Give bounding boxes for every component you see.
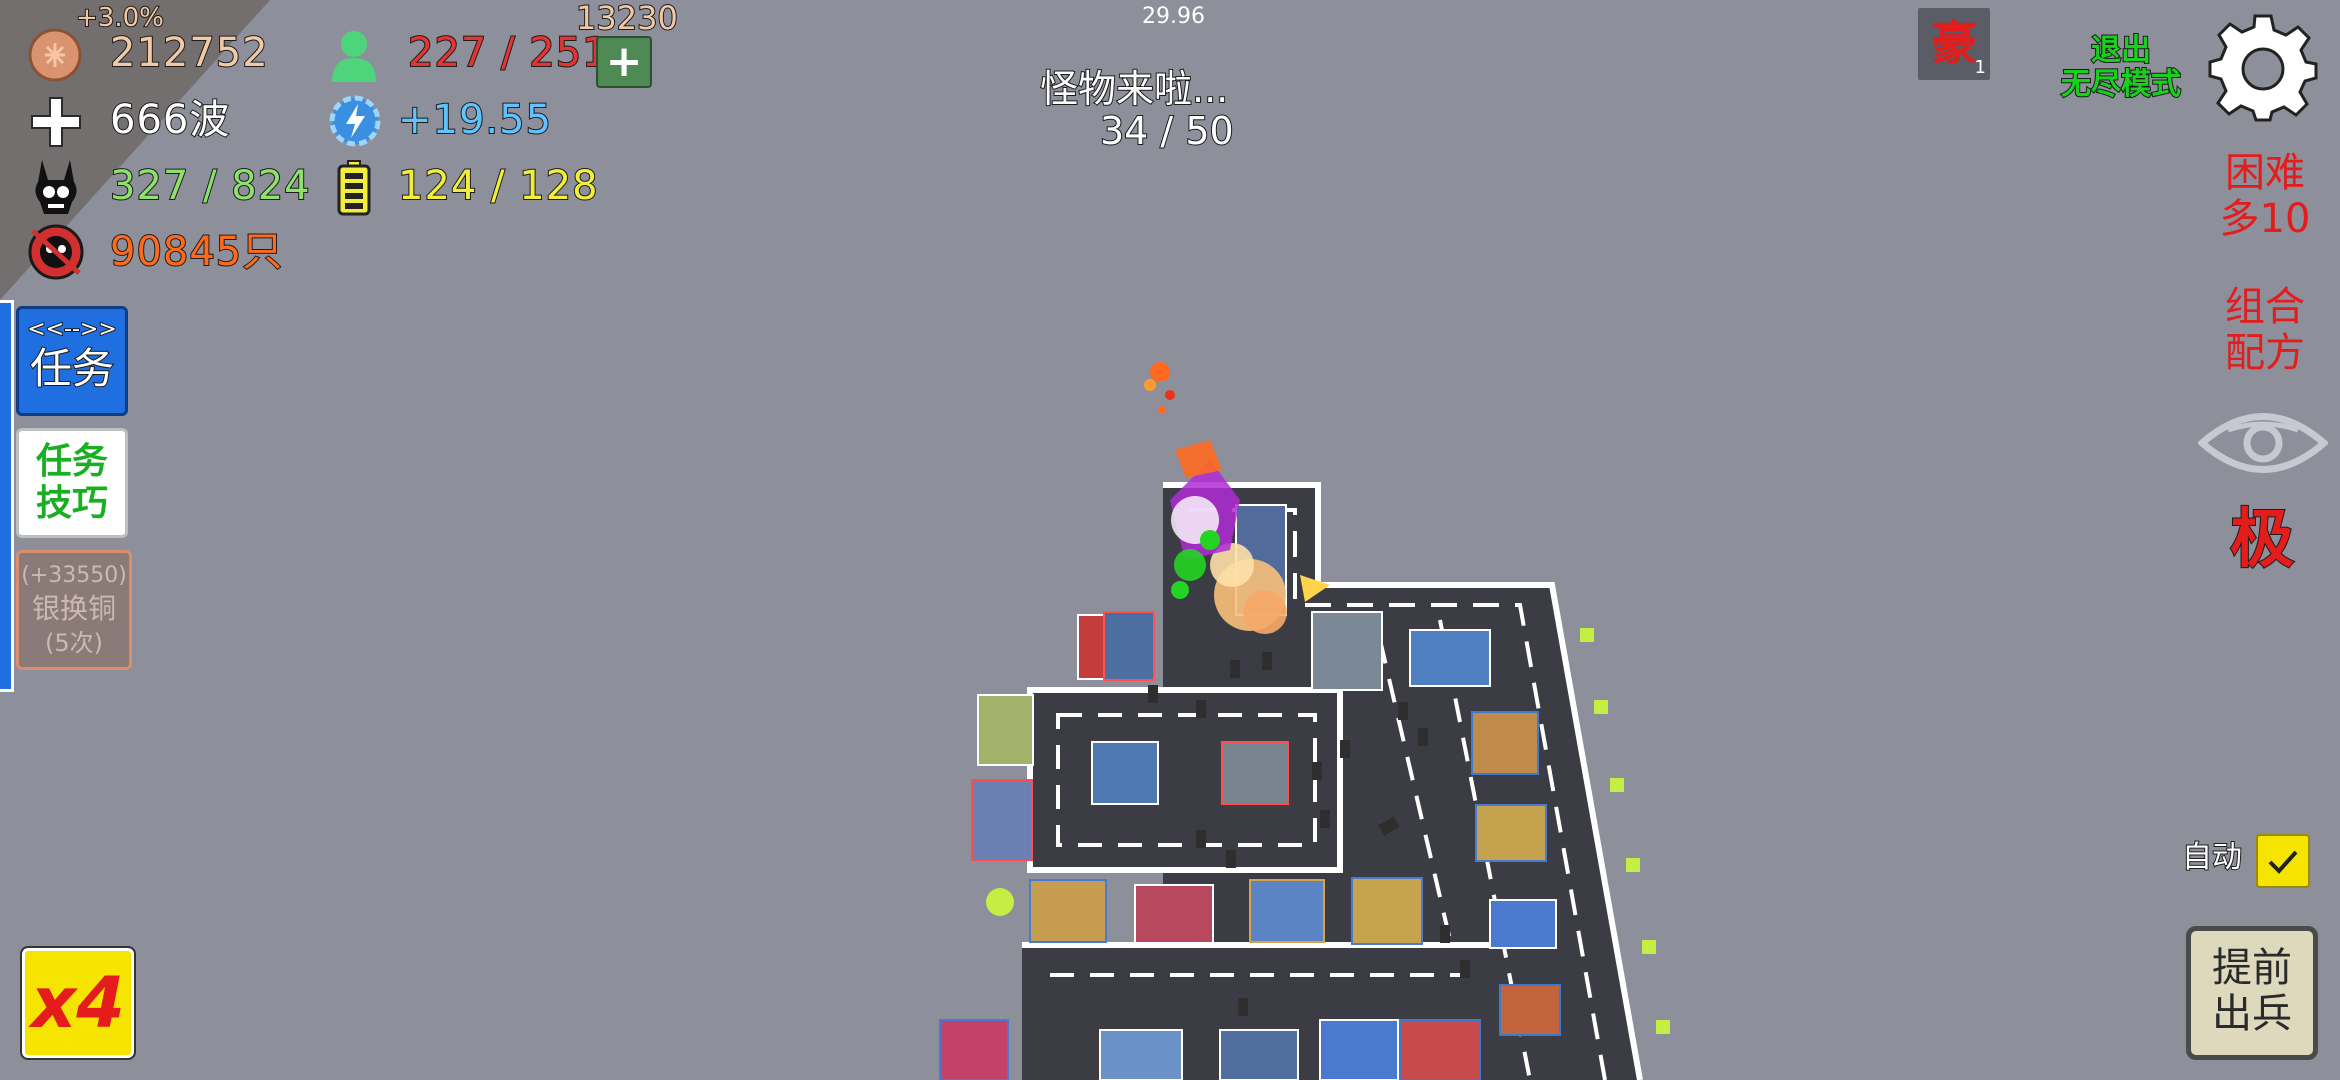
task-label: 任务 [29, 343, 115, 394]
auto-checkbox[interactable] [2256, 834, 2310, 888]
gear-icon[interactable] [2208, 12, 2318, 122]
speed-button[interactable]: x4 [20, 946, 136, 1060]
exchange-label: 银换铜 [31, 592, 116, 625]
wave-count: 666波 [109, 96, 231, 144]
copper-coin-icon [28, 28, 82, 82]
battery-count: 124 / 128 [397, 162, 599, 210]
person-icon [332, 31, 376, 82]
task-tips-line2: 技巧 [35, 483, 108, 524]
plus-cross-icon [31, 97, 81, 147]
monster-head-icon [28, 224, 84, 280]
badge-button[interactable]: 豪 1 [1918, 8, 1990, 80]
early-deploy-line1: 提前 [2212, 945, 2292, 991]
exchange-bonus: (+33550) [21, 563, 127, 588]
add-population-button[interactable]: + [596, 36, 652, 88]
fps-counter: 29.96 [1142, 4, 1205, 29]
exit-endless-line1: 退出 [2090, 33, 2152, 69]
difficulty-label: 困难 多10 [2210, 150, 2320, 242]
quality-label: 极 [2229, 502, 2295, 578]
check-icon [2268, 850, 2298, 874]
side-drawer-edge[interactable] [0, 300, 14, 692]
battery-icon [337, 160, 371, 216]
population-count: 227 / 251 [407, 29, 609, 77]
speed-label: x4 [31, 962, 125, 1044]
exit-endless-button[interactable]: 退出 无尽模式 [2040, 33, 2202, 103]
task-button[interactable]: <<-->> 任务 [16, 306, 128, 416]
lightning-icon [329, 95, 381, 147]
badge-count: 1 [1974, 57, 1986, 78]
skull-bunny-icon [35, 160, 77, 214]
wave-status-title: 怪物来啦... [1039, 67, 1229, 111]
task-tips-line1: 任务 [35, 441, 108, 482]
difficulty-line1: 困难 [2225, 150, 2305, 196]
silver-exchange-button[interactable]: (+33550) 银换铜 (5次) [16, 550, 132, 670]
difficulty-line2: 多10 [2219, 196, 2311, 242]
exchange-count: (5次) [45, 629, 103, 657]
exit-endless-line2: 无尽模式 [2060, 67, 2182, 103]
early-deploy-line2: 出兵 [2212, 991, 2292, 1037]
copper-amount: 212752 [109, 29, 269, 77]
wave-status-progress: 34 / 50 [1099, 109, 1235, 153]
task-arrows: <<-->> [26, 316, 118, 343]
auto-label: 自动 [2181, 839, 2243, 876]
recipe-line2: 配方 [2225, 330, 2305, 376]
recipe-button[interactable]: 组合 配方 [2210, 284, 2320, 376]
add-population-label: + [605, 36, 643, 87]
eye-icon[interactable] [2198, 410, 2328, 476]
early-deploy-button[interactable]: 提前 出兵 [2186, 926, 2318, 1060]
total-monsters: 90845只 [109, 228, 284, 276]
kill-counter: 327 / 824 [109, 162, 311, 210]
task-tips-button[interactable]: 任务 技巧 [16, 428, 128, 538]
stats-panel: +3.0% 212752 666波 327 / 824 90845只 13230… [0, 0, 700, 300]
recipe-line1: 组合 [2225, 284, 2305, 330]
energy-rate: +19.55 [397, 96, 553, 144]
wave-status: 怪物来啦... 34 / 50 [1039, 67, 1340, 153]
